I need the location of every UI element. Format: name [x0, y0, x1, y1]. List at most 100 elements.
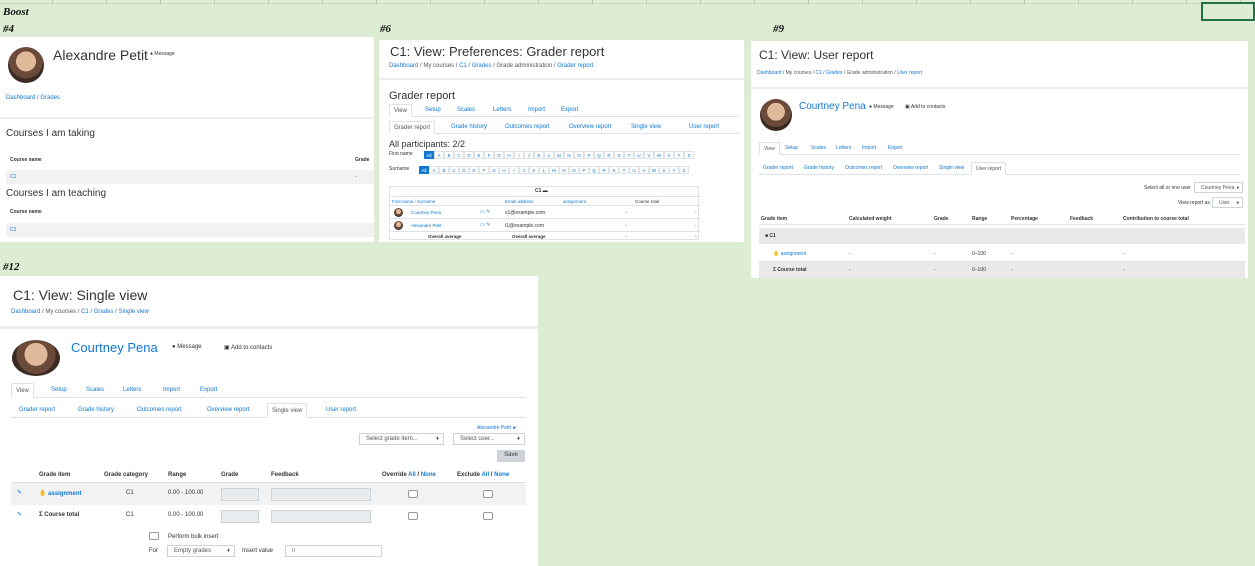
- select-grade-item[interactable]: Select grade item... ♦: [359, 433, 444, 445]
- initial-filter[interactable]: Q: [594, 151, 604, 159]
- insert-value-input[interactable]: [285, 545, 382, 557]
- select-user-dropdown[interactable]: Courtney Pena ♦: [1194, 182, 1243, 193]
- select-user[interactable]: Select user... ♦: [453, 433, 525, 445]
- tab-export[interactable]: Export: [557, 104, 582, 117]
- initial-filter[interactable]: V: [639, 166, 649, 174]
- tab-setup[interactable]: Setup: [781, 142, 802, 155]
- add-contacts-link[interactable]: ▣ Add to contacts: [905, 104, 945, 110]
- profile-name[interactable]: Courtney Pena: [799, 101, 866, 112]
- view-as-dropdown[interactable]: User ♦: [1212, 197, 1243, 208]
- subtab-grade-history[interactable]: Grade history: [800, 162, 838, 175]
- grade-input[interactable]: [221, 488, 259, 501]
- message-link[interactable]: ● Message: [869, 104, 894, 110]
- initial-filter[interactable]: F: [484, 151, 494, 159]
- override-checkbox[interactable]: [408, 512, 418, 520]
- initial-filter[interactable]: O: [569, 166, 579, 174]
- subtab-grade-history[interactable]: Grade history: [447, 121, 491, 134]
- add-contacts-link[interactable]: ▣ Add to contacts: [224, 344, 272, 351]
- initial-filter[interactable]: A: [434, 151, 444, 159]
- grade-input[interactable]: [221, 510, 259, 523]
- exclude-none-link[interactable]: None: [494, 472, 509, 478]
- initial-filter[interactable]: C: [449, 166, 459, 174]
- exclude-checkbox[interactable]: [483, 512, 493, 520]
- next-user-link[interactable]: Alexandre Petit ►: [477, 425, 517, 431]
- subtab-overview[interactable]: Overview report: [565, 121, 615, 134]
- initial-filter[interactable]: H: [499, 166, 509, 174]
- initial-filter[interactable]: H: [504, 151, 514, 159]
- tab-export[interactable]: Export: [196, 383, 221, 398]
- override-none-link[interactable]: None: [421, 472, 436, 478]
- course-link[interactable]: C1: [10, 174, 16, 180]
- subtab-single-view[interactable]: Single view: [267, 403, 308, 418]
- col-assignment[interactable]: assignment: [563, 199, 586, 204]
- initial-filter[interactable]: Y: [669, 166, 679, 174]
- initial-filter[interactable]: N: [564, 151, 574, 159]
- subtab-single-view[interactable]: Single view: [627, 121, 665, 134]
- crumb-dashboard[interactable]: Dashboard: [6, 95, 35, 101]
- subtab-outcomes[interactable]: Outcomes report: [133, 403, 186, 418]
- initial-filter[interactable]: D: [464, 151, 474, 159]
- subtab-single-view[interactable]: Single view: [935, 162, 968, 175]
- initial-filter[interactable]: P: [579, 166, 589, 174]
- message-link[interactable]: ● Message: [150, 51, 175, 57]
- profile-name[interactable]: Courtney Pena: [71, 340, 158, 355]
- save-button[interactable]: Save: [497, 450, 525, 462]
- tab-setup[interactable]: Setup: [47, 383, 71, 398]
- edit-icon[interactable]: ▭ ✎: [480, 209, 490, 215]
- course-col-header[interactable]: C1 ▬: [535, 188, 548, 194]
- subtab-user-report[interactable]: User report: [971, 162, 1007, 175]
- tab-view[interactable]: View: [11, 383, 34, 398]
- tab-export[interactable]: Export: [884, 142, 906, 155]
- initial-filter[interactable]: N: [559, 166, 569, 174]
- initial-filter[interactable]: O: [574, 151, 584, 159]
- tab-import[interactable]: Import: [858, 142, 880, 155]
- subtab-grader-report[interactable]: Grader report: [389, 121, 436, 134]
- initial-filter[interactable]: Q: [589, 166, 599, 174]
- for-dropdown[interactable]: Empty grades ♦: [167, 545, 235, 557]
- tab-scales[interactable]: Scales: [453, 104, 479, 117]
- initial-filter[interactable]: J: [519, 166, 529, 174]
- tab-letters[interactable]: Letters: [489, 104, 515, 117]
- tab-view[interactable]: View: [389, 104, 412, 117]
- initial-filter[interactable]: B: [439, 166, 449, 174]
- subtab-outcomes[interactable]: Outcomes report: [501, 121, 554, 134]
- feedback-input[interactable]: [271, 510, 371, 523]
- pencil-icon[interactable]: ✎: [17, 489, 22, 496]
- initial-filter[interactable]: J: [524, 151, 534, 159]
- initial-filter[interactable]: R: [599, 166, 609, 174]
- edit-icon[interactable]: ▭ ✎: [480, 222, 490, 228]
- initial-filter[interactable]: W: [654, 151, 664, 159]
- subtab-user-report[interactable]: User report: [322, 403, 360, 418]
- initial-filter[interactable]: K: [529, 166, 539, 174]
- initial-filter[interactable]: All: [424, 151, 434, 159]
- initial-filter[interactable]: X: [659, 166, 669, 174]
- initial-filter[interactable]: S: [614, 151, 624, 159]
- initial-filter[interactable]: F: [479, 166, 489, 174]
- initial-filter[interactable]: V: [644, 151, 654, 159]
- subtab-grader-report[interactable]: Grader report: [15, 403, 59, 418]
- tab-scales[interactable]: Scales: [82, 383, 108, 398]
- initial-filter[interactable]: K: [534, 151, 544, 159]
- bulk-insert-checkbox[interactable]: [149, 532, 159, 540]
- crumb-grades[interactable]: Grades: [40, 95, 60, 101]
- exclude-checkbox[interactable]: [483, 490, 493, 498]
- override-all-link[interactable]: All: [408, 472, 416, 478]
- initial-filter[interactable]: E: [474, 151, 484, 159]
- initial-filter[interactable]: D: [459, 166, 469, 174]
- initial-filter[interactable]: L: [544, 151, 554, 159]
- tab-letters[interactable]: Letters: [832, 142, 855, 155]
- tab-view[interactable]: View: [759, 142, 780, 155]
- course-link[interactable]: C1: [10, 227, 16, 233]
- initial-filter[interactable]: C: [454, 151, 464, 159]
- initial-filter[interactable]: T: [624, 151, 634, 159]
- initial-filter[interactable]: I: [509, 166, 519, 174]
- subtab-grade-history[interactable]: Grade history: [74, 403, 118, 418]
- initial-filter[interactable]: Z: [679, 166, 689, 174]
- initial-filter[interactable]: B: [444, 151, 454, 159]
- initial-filter[interactable]: L: [539, 166, 549, 174]
- initial-filter[interactable]: M: [554, 151, 564, 159]
- tab-scales[interactable]: Scales: [807, 142, 830, 155]
- initial-filter[interactable]: G: [489, 166, 499, 174]
- initial-filter[interactable]: S: [609, 166, 619, 174]
- feedback-input[interactable]: [271, 488, 371, 501]
